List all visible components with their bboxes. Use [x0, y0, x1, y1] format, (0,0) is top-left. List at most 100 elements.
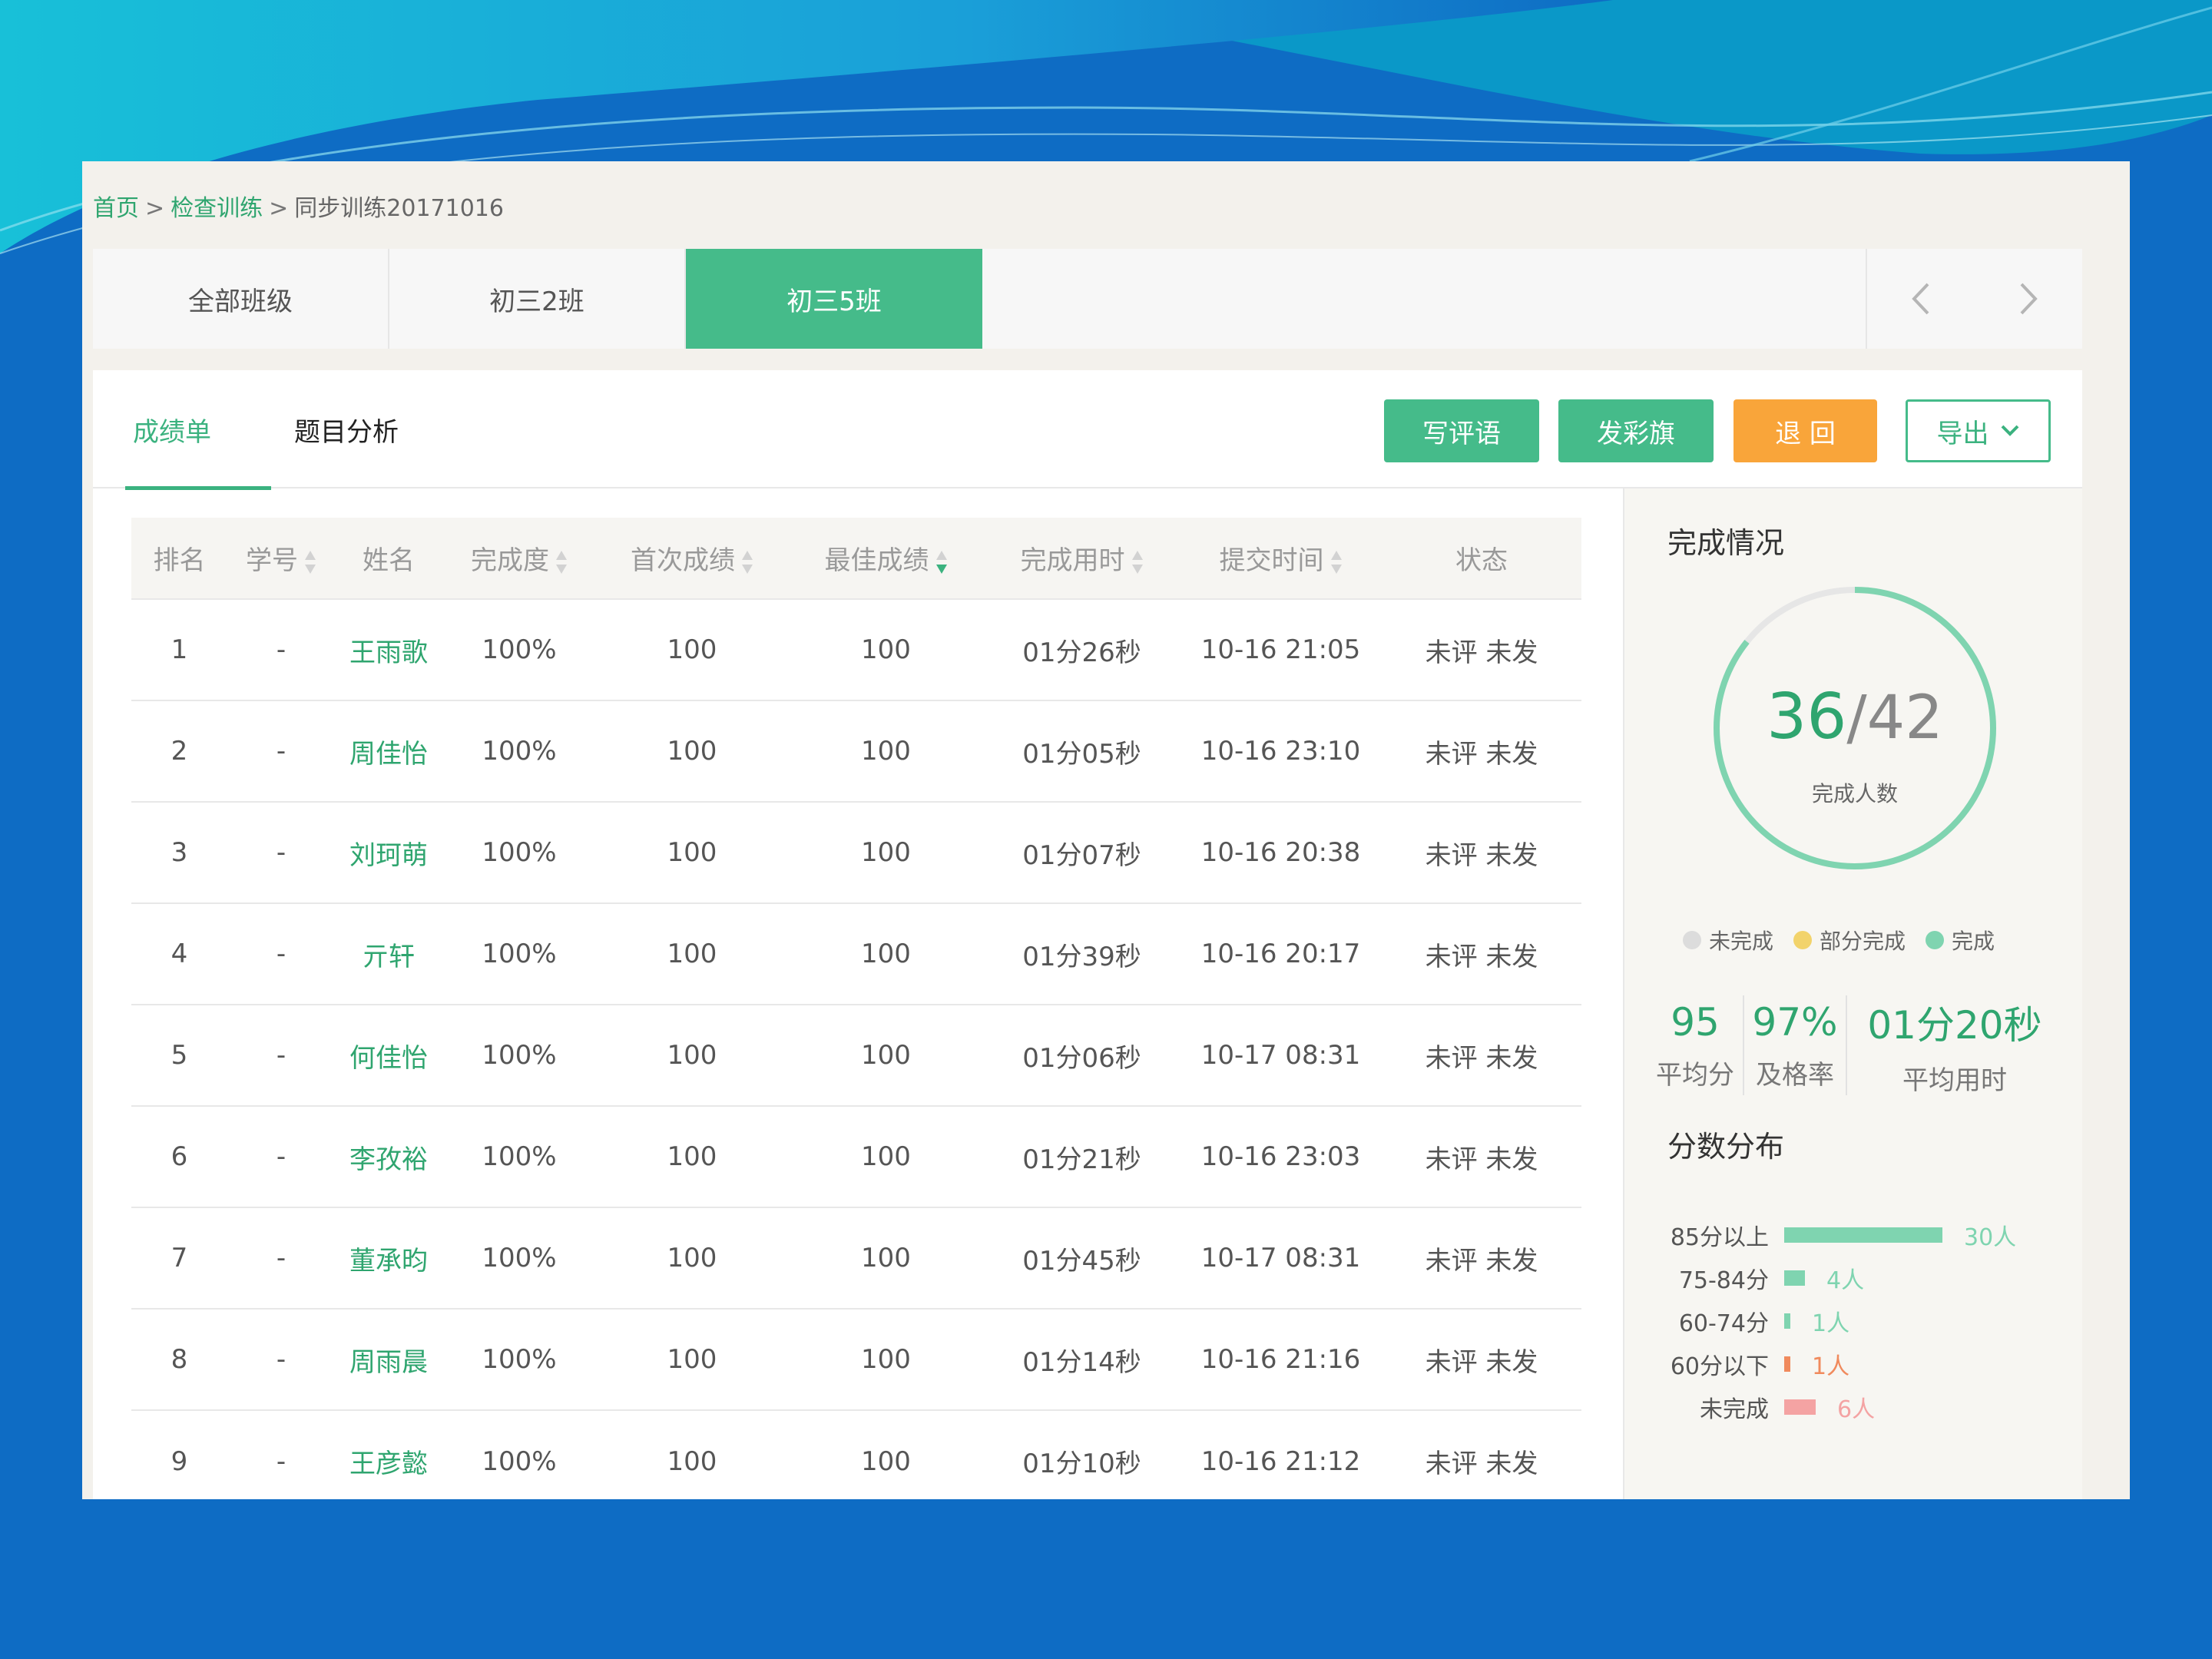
col-duration-label: 完成用时: [1020, 545, 1125, 576]
cell-student-id: -: [276, 1141, 286, 1172]
cell-completion: 100%: [482, 634, 557, 665]
prev-arrow-button[interactable]: [1867, 249, 1975, 349]
dist-bar: [1784, 1270, 1805, 1286]
dist-count: 1人: [1812, 1310, 1850, 1337]
cell-first-score: 100: [667, 1040, 717, 1071]
dist-count: 6人: [1837, 1396, 1876, 1423]
cell-duration: 01分05秒: [1022, 738, 1141, 770]
cell-submit-time: 10-16 23:03: [1200, 1141, 1361, 1172]
table-row: 1 - 王雨歌 100% 100 100 01分26秒 10-16 21:05 …: [131, 599, 1581, 700]
cell-status: 未评 未发: [1425, 738, 1538, 770]
tab-all-classes[interactable]: 全部班级: [93, 249, 389, 349]
cell-best-score: 100: [861, 736, 911, 767]
legend-label: 部分完成: [1820, 929, 1906, 954]
cell-completion: 100%: [482, 1243, 557, 1273]
cell-student-id: -: [276, 837, 286, 868]
sort-icon: [556, 550, 567, 574]
cell-best-score: 100: [861, 1243, 911, 1273]
dist-count: 4人: [1826, 1267, 1865, 1294]
legend-item-complete: 完成: [1926, 925, 1995, 955]
col-best-score-label: 最佳成绩: [824, 545, 929, 576]
col-first-score[interactable]: 首次成绩: [596, 518, 788, 599]
return-button[interactable]: 退 回: [1734, 399, 1877, 462]
breadcrumb-home-link[interactable]: 首页: [93, 195, 139, 222]
export-label: 导出: [1936, 418, 1989, 449]
col-first-score-label: 首次成绩: [631, 545, 735, 576]
tab-class-5[interactable]: 初三5班: [686, 249, 982, 349]
send-flag-button[interactable]: 发彩旗: [1558, 399, 1714, 462]
cell-duration: 01分21秒: [1022, 1144, 1141, 1175]
cell-student-id: -: [276, 1344, 286, 1375]
completion-done: 36: [1767, 680, 1847, 753]
col-submit-time-label: 提交时间: [1219, 545, 1324, 576]
dist-row-incomplete: 未完成 6人: [1655, 1392, 1876, 1423]
cell-best-score: 100: [861, 1344, 911, 1375]
col-best-score[interactable]: 最佳成绩: [788, 518, 984, 599]
distribution-title: 分数分布: [1667, 1130, 1785, 1164]
cell-rank: 3: [171, 837, 188, 868]
table-row: 9 - 王彦懿 100% 100 100 01分10秒 10-16 21:12 …: [131, 1410, 1581, 1499]
completion-sidebar: 完成情况 36/42 完成人数 未完成 部分完成 完成 95 平均分 97% 及格率…: [1623, 488, 2082, 1499]
breadcrumb-check-link[interactable]: 检查训练: [171, 195, 263, 222]
dist-bar: [1784, 1313, 1790, 1329]
cell-student-id: -: [276, 736, 286, 767]
dist-row-60-74: 60-74分 1人: [1655, 1306, 1850, 1337]
cell-student-id: -: [276, 1040, 286, 1071]
sort-desc-active-icon: [935, 550, 947, 574]
sort-icon: [1131, 550, 1143, 574]
cell-best-score: 100: [861, 939, 911, 969]
export-dropdown-button[interactable]: 导出: [1906, 399, 2051, 462]
completion-label: 完成人数: [1811, 781, 1898, 806]
col-student-id[interactable]: 学号: [227, 518, 335, 599]
col-submit-time[interactable]: 提交时间: [1180, 518, 1382, 599]
cell-student-name-link[interactable]: 王雨歌: [335, 599, 442, 700]
cell-first-score: 100: [667, 837, 717, 868]
cell-student-name-link[interactable]: 李孜裕: [335, 1106, 442, 1207]
write-comment-button[interactable]: 写评语: [1384, 399, 1539, 462]
cell-submit-time: 10-16 20:17: [1200, 939, 1361, 969]
stat-average-time: 01分20秒 平均用时: [1846, 995, 2062, 1096]
cell-rank: 6: [171, 1141, 188, 1172]
cell-student-name-link[interactable]: 刘珂萌: [335, 802, 442, 903]
cell-completion: 100%: [482, 1445, 557, 1477]
cell-student-name-link[interactable]: 周佳怡: [335, 700, 442, 802]
tab-class-2[interactable]: 初三2班: [389, 249, 686, 349]
cell-rank: 2: [171, 736, 188, 767]
table-row: 6 - 李孜裕 100% 100 100 01分21秒 10-16 23:03 …: [131, 1106, 1581, 1207]
completion-total: /42: [1846, 684, 1943, 753]
cell-student-name-link[interactable]: 亓轩: [335, 903, 442, 1005]
dist-row-below-60: 60分以下 1人: [1655, 1349, 1849, 1380]
stat-label: 平均分: [1656, 1059, 1734, 1091]
cell-status: 未评 未发: [1425, 1144, 1538, 1175]
cell-rank: 8: [171, 1344, 188, 1375]
col-name-label: 姓名: [363, 545, 415, 576]
cell-best-score: 100: [861, 1040, 911, 1071]
stat-value: 97%: [1752, 999, 1838, 1045]
sort-icon: [1330, 550, 1342, 574]
cell-student-name-link[interactable]: 周雨晨: [335, 1309, 442, 1410]
cell-submit-time: 10-16 20:38: [1200, 837, 1361, 868]
breadcrumb-separator: >: [145, 195, 165, 222]
col-duration[interactable]: 完成用时: [984, 518, 1180, 599]
cell-student-name-link[interactable]: 何佳怡: [335, 1005, 442, 1106]
cell-first-score: 100: [667, 1243, 717, 1273]
table-header-row: 排名 学号 姓名 完成度 首次成绩 最佳成绩 完成用时 提交时间 状态: [131, 518, 1581, 599]
legend-dot: [1926, 931, 1945, 949]
cell-status: 未评 未发: [1425, 1449, 1538, 1479]
cell-submit-time: 10-17 08:31: [1200, 1040, 1361, 1071]
cell-completion: 100%: [482, 736, 557, 767]
col-completion[interactable]: 完成度: [442, 518, 596, 599]
dist-bar: [1784, 1399, 1816, 1415]
cell-student-name-link[interactable]: 王彦懿: [335, 1410, 442, 1499]
tab-score-sheet[interactable]: 成绩单: [125, 370, 271, 490]
table-row: 7 - 董承昀 100% 100 100 01分45秒 10-17 08:31 …: [131, 1207, 1581, 1309]
tab-question-analysis[interactable]: 题目分析: [294, 370, 399, 488]
score-table: 排名 学号 姓名 完成度 首次成绩 最佳成绩 完成用时 提交时间 状态 1 -: [131, 518, 1581, 1499]
table-row: 2 - 周佳怡 100% 100 100 01分05秒 10-16 23:10 …: [131, 700, 1581, 802]
col-status: 状态: [1382, 518, 1581, 599]
cell-status: 未评 未发: [1425, 941, 1538, 972]
cell-student-name-link[interactable]: 董承昀: [335, 1207, 442, 1309]
completion-title: 完成情况: [1667, 526, 1785, 560]
next-arrow-button[interactable]: [1975, 249, 2082, 349]
chevron-down-icon: [2001, 425, 2018, 436]
